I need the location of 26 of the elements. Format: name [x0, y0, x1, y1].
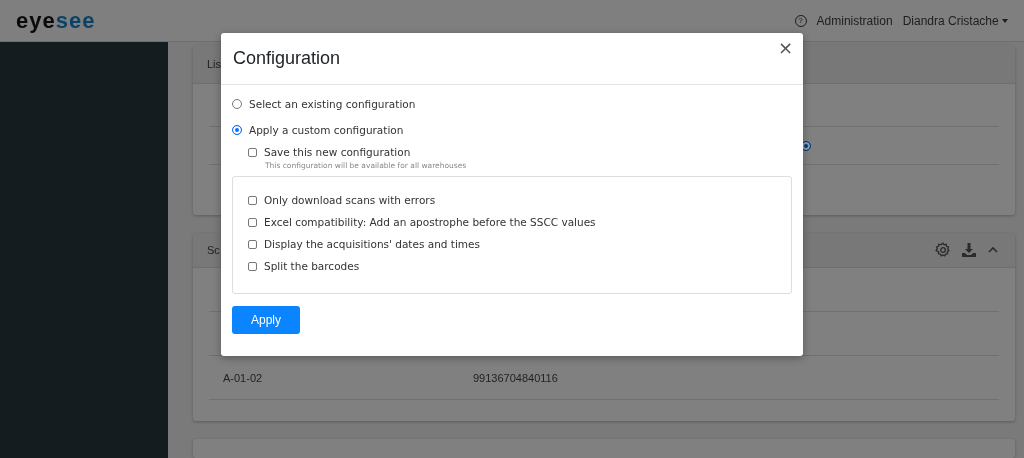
administration-link[interactable]: Administration [816, 13, 893, 28]
settings-icon[interactable] [935, 242, 951, 259]
table-cell: A-01-02 [223, 372, 263, 384]
checkbox-label: Save this new configuration [264, 146, 411, 158]
checkbox[interactable] [248, 261, 257, 271]
caret-icon [1002, 19, 1008, 24]
radio-label: Apply a custom configuration [249, 124, 404, 136]
checkbox[interactable] [248, 239, 257, 249]
card-title: Sc [207, 244, 220, 257]
radio-button[interactable] [232, 125, 242, 135]
apply-button[interactable]: Apply [232, 306, 300, 334]
download-icon[interactable] [961, 242, 977, 259]
dialog-title: Configuration [233, 48, 341, 69]
checkbox-label: Excel compatibility: Add an apostrophe before the SSCC values [264, 216, 596, 228]
radio-label: Select an existing configuration [249, 98, 416, 110]
checkbox[interactable] [248, 195, 257, 205]
checkbox-label: Split the barcodes [264, 260, 360, 272]
user-menu[interactable]: Diandra Cristache [902, 13, 1008, 28]
checkbox-label: Display the acquisitions' dates and times [264, 238, 481, 250]
checkbox-label: Only download scans with errors [264, 194, 436, 206]
table-cell: 99136704840116 [473, 372, 558, 384]
logo[interactable]: eyesee [16, 7, 96, 34]
close-button[interactable]: × [773, 37, 797, 58]
card-title: Lis [207, 58, 222, 70]
checkbox[interactable] [248, 217, 257, 227]
checkbox[interactable] [248, 147, 257, 157]
